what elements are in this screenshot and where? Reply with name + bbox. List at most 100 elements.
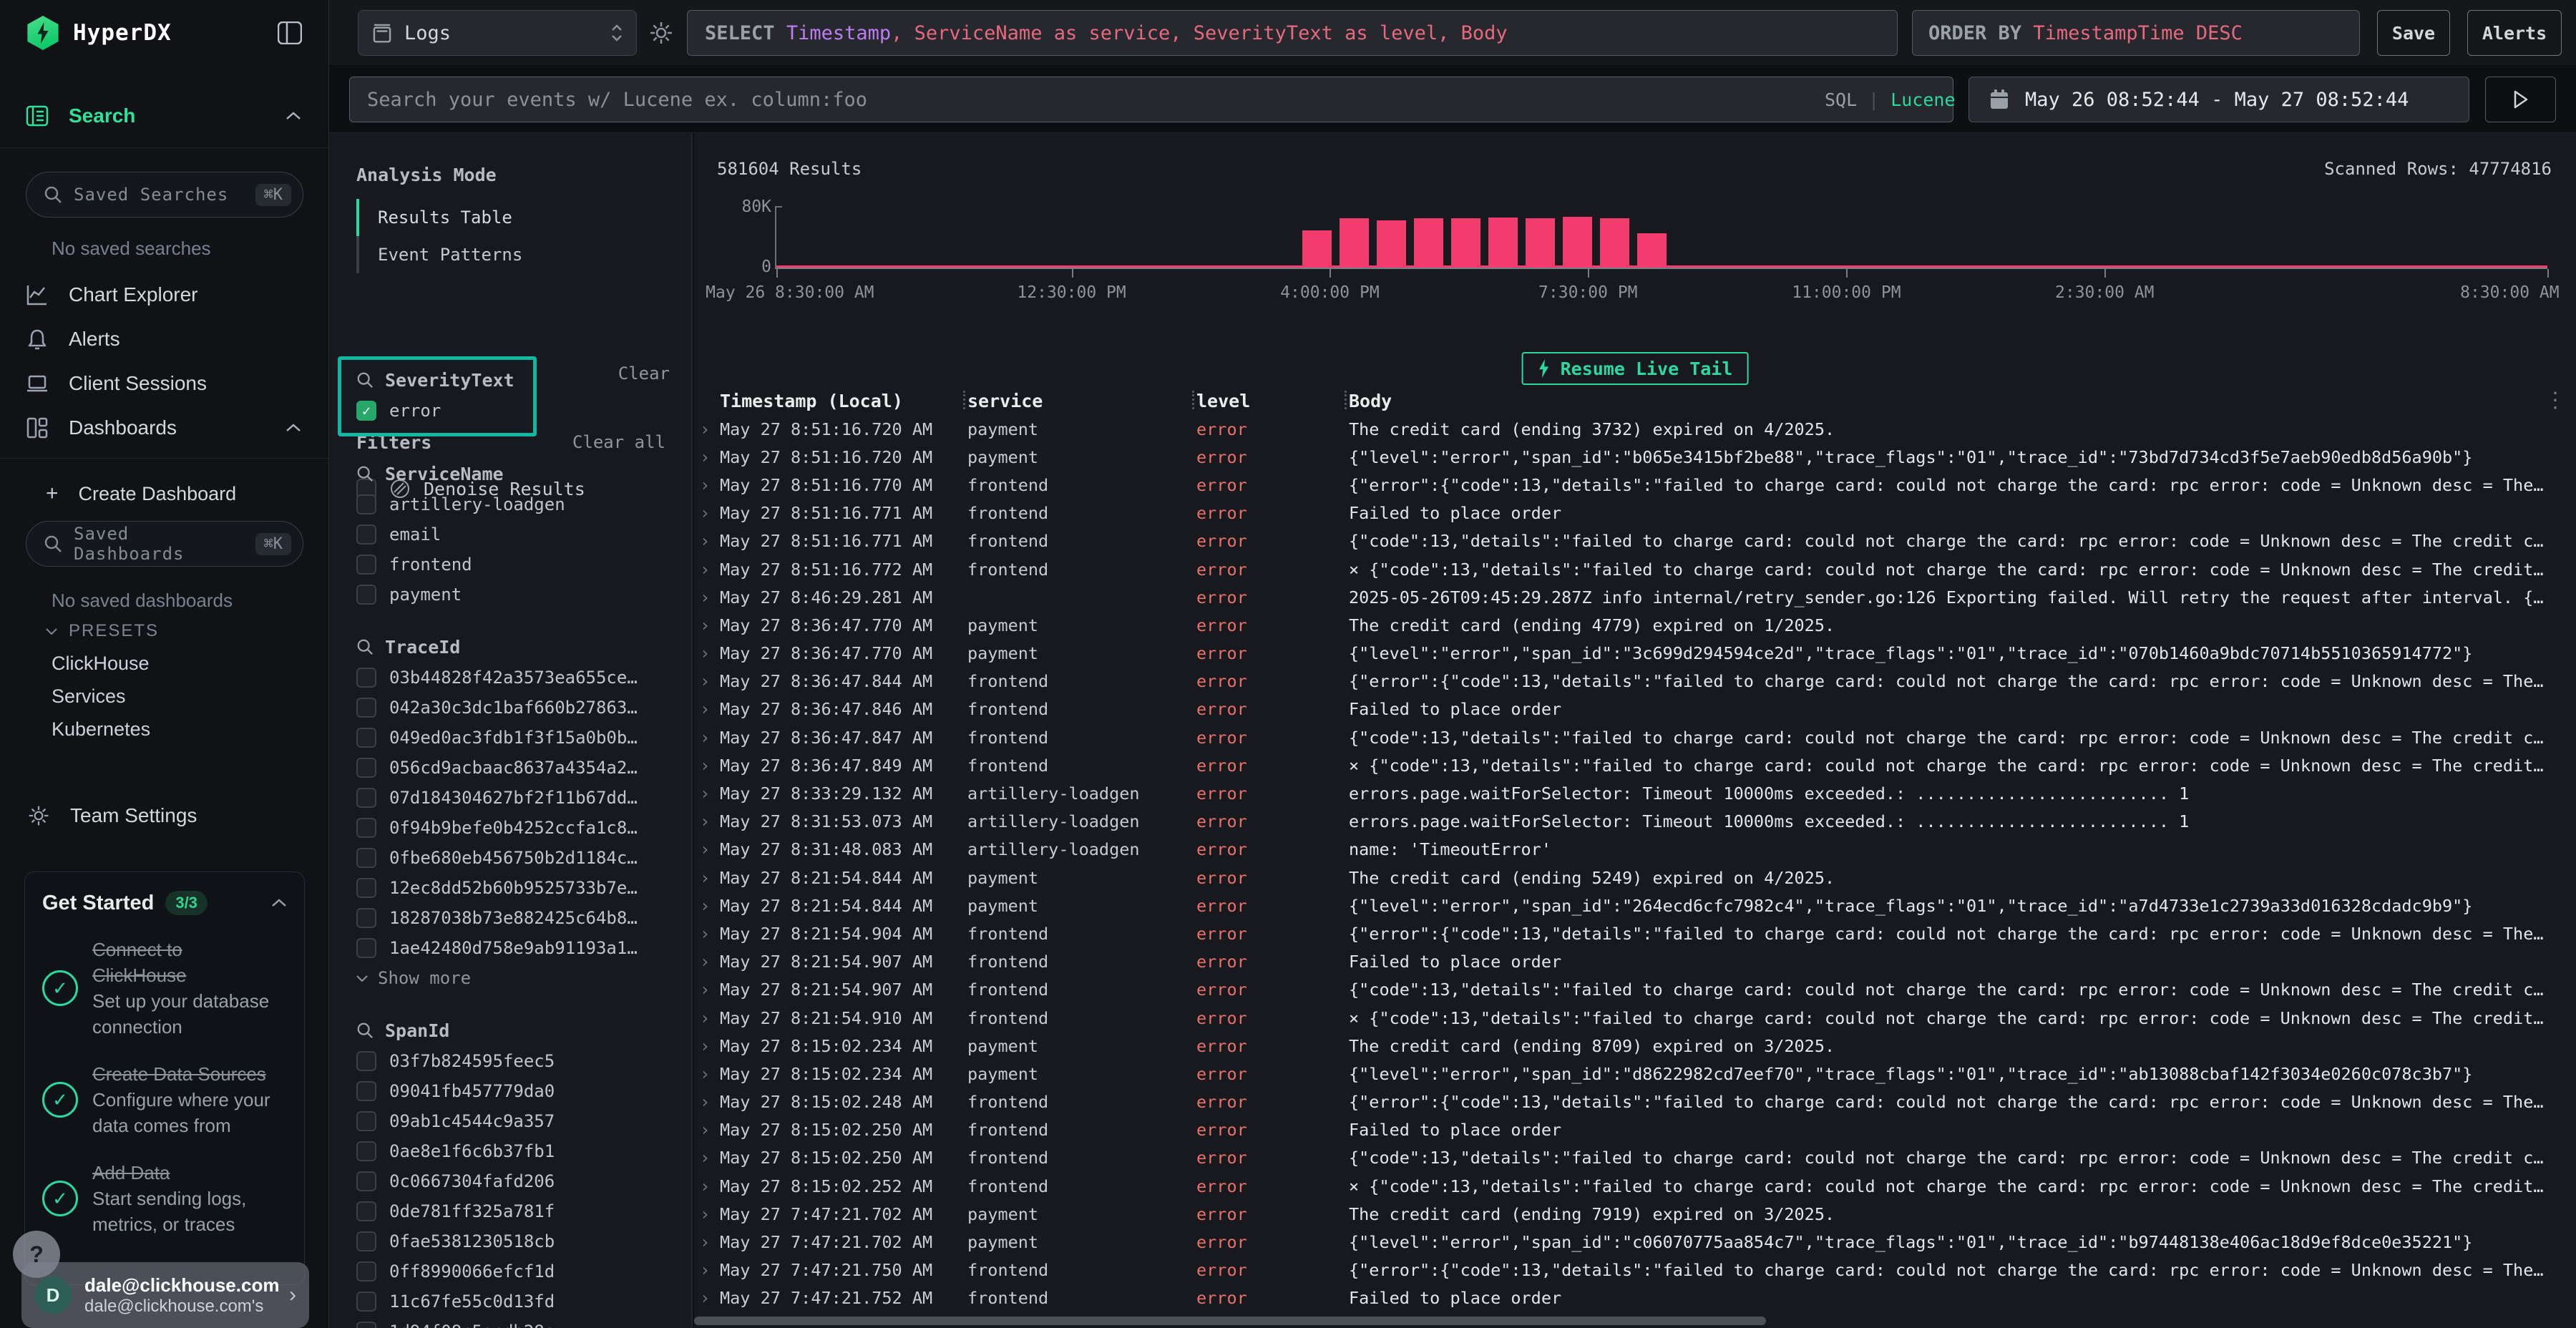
checkbox[interactable] bbox=[356, 668, 376, 688]
checkbox[interactable] bbox=[356, 1322, 376, 1328]
results-histogram[interactable]: 80K 0 May 26 8:30:00 AM12:30:00 PM4:00:0… bbox=[776, 206, 2547, 268]
table-row[interactable]: ›May 27 8:15:02.252 AMfrontenderror× {"c… bbox=[694, 1172, 2576, 1200]
table-row[interactable]: ›May 27 8:51:16.720 AMpaymenterror{"leve… bbox=[694, 443, 2576, 471]
row-expand-icon[interactable]: › bbox=[694, 587, 720, 607]
preset-kubernetes[interactable]: Kubernetes bbox=[52, 718, 150, 741]
checkbox[interactable] bbox=[356, 848, 376, 868]
source-settings-gear-icon[interactable] bbox=[648, 20, 674, 46]
saved-searches-input[interactable]: Saved Searches ⌘K bbox=[26, 172, 303, 218]
toggle-sql[interactable]: SQL bbox=[1825, 89, 1857, 110]
table-row[interactable]: ›May 27 8:31:53.073 AMartillery-loadgene… bbox=[694, 808, 2576, 836]
row-expand-icon[interactable]: › bbox=[694, 531, 720, 551]
row-expand-icon[interactable]: › bbox=[694, 1036, 720, 1056]
row-expand-icon[interactable]: › bbox=[694, 1204, 720, 1224]
table-row[interactable]: ›May 27 8:36:47.849 AMfrontenderror× {"c… bbox=[694, 751, 2576, 779]
filter-option[interactable]: artillery-loadgen bbox=[356, 489, 670, 519]
table-row[interactable]: ›May 27 8:15:02.248 AMfrontenderror{"err… bbox=[694, 1088, 2576, 1116]
filter-option[interactable]: 07d184304627bf2f11b67dd… bbox=[356, 783, 670, 813]
row-expand-icon[interactable]: › bbox=[694, 475, 720, 495]
histogram-bar[interactable] bbox=[1414, 218, 1443, 268]
preset-clickhouse[interactable]: ClickHouse bbox=[52, 653, 150, 675]
row-expand-icon[interactable]: › bbox=[694, 1176, 720, 1196]
checkbox[interactable] bbox=[356, 758, 376, 778]
row-expand-icon[interactable]: › bbox=[694, 896, 720, 916]
filter-option[interactable]: 18287038b73e882425c64b8… bbox=[356, 903, 670, 933]
table-row[interactable]: ›May 27 8:36:47.846 AMfrontenderrorFaile… bbox=[694, 695, 2576, 723]
row-expand-icon[interactable]: › bbox=[694, 1008, 720, 1028]
lucene-search-input[interactable] bbox=[349, 77, 1953, 122]
toggle-lucene[interactable]: Lucene bbox=[1890, 89, 1955, 110]
chevron-up-icon[interactable] bbox=[271, 899, 287, 907]
filter-option[interactable]: 1ae42480d758e9ab91193a1… bbox=[356, 933, 670, 963]
checkbox[interactable] bbox=[356, 1051, 376, 1071]
sidebar-item-alerts[interactable]: Alerts bbox=[0, 319, 328, 359]
checkbox[interactable] bbox=[356, 728, 376, 748]
histogram-bar[interactable] bbox=[1377, 220, 1406, 268]
table-row[interactable]: ›May 27 8:15:02.250 AMfrontenderror{"cod… bbox=[694, 1144, 2576, 1172]
table-options-icon[interactable]: ⋮ bbox=[2545, 388, 2566, 413]
checkbox[interactable] bbox=[356, 938, 376, 958]
table-row[interactable]: ›May 27 8:21:54.907 AMfrontenderrorFaile… bbox=[694, 948, 2576, 976]
table-row[interactable]: ›May 27 8:21:54.907 AMfrontenderror{"cod… bbox=[694, 976, 2576, 1004]
histogram-bar[interactable] bbox=[1637, 233, 1667, 268]
histogram-bar[interactable] bbox=[1488, 218, 1518, 268]
row-expand-icon[interactable]: › bbox=[694, 839, 720, 859]
filter-option[interactable]: 12ec8dd52b60b9525733b7e… bbox=[356, 873, 670, 903]
orderby-input[interactable]: ORDER BY TimestampTime DESC bbox=[1912, 10, 2360, 56]
presets-toggle[interactable]: PRESETS bbox=[46, 621, 159, 641]
filter-option[interactable]: 0f94b9befe0b4252ccfa1c8… bbox=[356, 813, 670, 843]
horizontal-scrollbar[interactable] bbox=[694, 1317, 1766, 1325]
checkbox[interactable] bbox=[356, 585, 376, 605]
table-row[interactable]: ›May 27 8:15:02.250 AMfrontenderrorFaile… bbox=[694, 1116, 2576, 1144]
filter-option[interactable]: frontend bbox=[356, 550, 670, 580]
checkbox[interactable] bbox=[356, 1261, 376, 1281]
checkbox[interactable] bbox=[356, 788, 376, 808]
sidebar-collapse-icon[interactable] bbox=[278, 21, 302, 44]
save-button[interactable]: Save bbox=[2377, 10, 2450, 56]
row-expand-icon[interactable]: › bbox=[694, 447, 720, 467]
column-service[interactable]: service bbox=[967, 391, 1196, 411]
source-select[interactable]: Logs bbox=[358, 10, 637, 56]
resume-live-tail-button[interactable]: Resume Live Tail bbox=[1522, 352, 1749, 385]
filter-option[interactable]: 0ff8990066efcf1d bbox=[356, 1256, 670, 1286]
checkbox[interactable] bbox=[356, 1141, 376, 1161]
create-dashboard-button[interactable]: + Create Dashboard bbox=[0, 475, 328, 512]
table-row[interactable]: ›May 27 7:47:21.752 AMfrontenderrorFaile… bbox=[694, 1284, 2576, 1312]
checkbox[interactable] bbox=[356, 494, 376, 514]
row-expand-icon[interactable]: › bbox=[694, 615, 720, 635]
row-expand-icon[interactable]: › bbox=[694, 783, 720, 804]
table-row[interactable]: ›May 27 8:51:16.770 AMfrontenderror{"err… bbox=[694, 471, 2576, 499]
table-row[interactable]: ›May 27 8:21:54.904 AMfrontenderror{"err… bbox=[694, 919, 2576, 947]
table-row[interactable]: ›May 27 8:51:16.720 AMpaymenterrorThe cr… bbox=[694, 415, 2576, 443]
filter-option[interactable]: 0de781ff325a781f bbox=[356, 1196, 670, 1226]
preset-services[interactable]: Services bbox=[52, 685, 126, 708]
user-menu[interactable]: D dale@clickhouse.com dale@clickhouse.co… bbox=[21, 1262, 309, 1328]
table-row[interactable]: ›May 27 8:33:29.132 AMartillery-loadgene… bbox=[694, 779, 2576, 807]
date-range-picker[interactable]: May 26 08:52:44 - May 27 08:52:44 bbox=[1968, 77, 2469, 122]
sidebar-item-team-settings[interactable]: Team Settings bbox=[0, 796, 328, 836]
table-row[interactable]: ›May 27 8:21:54.910 AMfrontenderror× {"c… bbox=[694, 1004, 2576, 1032]
filter-option[interactable]: 0c0667304fafd206 bbox=[356, 1166, 670, 1196]
filter-option[interactable]: 0fae5381230518cb bbox=[356, 1226, 670, 1256]
table-row[interactable]: ›May 27 8:51:16.771 AMfrontenderrorFaile… bbox=[694, 499, 2576, 527]
table-row[interactable]: ›May 27 8:36:47.770 AMpaymenterror{"leve… bbox=[694, 640, 2576, 668]
row-expand-icon[interactable]: › bbox=[694, 924, 720, 944]
row-expand-icon[interactable]: › bbox=[694, 1148, 720, 1168]
saved-dashboards-input[interactable]: Saved Dashboards ⌘K bbox=[26, 521, 303, 567]
table-row[interactable]: ›May 27 8:36:47.770 AMpaymenterrorThe cr… bbox=[694, 611, 2576, 639]
checkbox[interactable] bbox=[356, 1292, 376, 1312]
checkbox[interactable] bbox=[356, 908, 376, 928]
row-expand-icon[interactable]: › bbox=[694, 1288, 720, 1308]
row-expand-icon[interactable]: › bbox=[694, 560, 720, 580]
analysis-mode-results-table[interactable]: Results Table bbox=[356, 199, 522, 236]
histogram-bar[interactable] bbox=[1302, 230, 1332, 268]
row-expand-icon[interactable]: › bbox=[694, 643, 720, 663]
filter-option[interactable]: ✓error bbox=[356, 396, 525, 426]
show-more-button[interactable]: Show more bbox=[356, 963, 670, 993]
table-row[interactable]: ›May 27 8:51:16.772 AMfrontenderror× {"c… bbox=[694, 555, 2576, 583]
row-expand-icon[interactable]: › bbox=[694, 1260, 720, 1280]
checkbox[interactable] bbox=[356, 1171, 376, 1191]
row-expand-icon[interactable]: › bbox=[694, 756, 720, 776]
table-row[interactable]: ›May 27 8:21:54.844 AMpaymenterrorThe cr… bbox=[694, 864, 2576, 892]
filter-option[interactable]: 056cd9acbaac8637a4354a2… bbox=[356, 753, 670, 783]
